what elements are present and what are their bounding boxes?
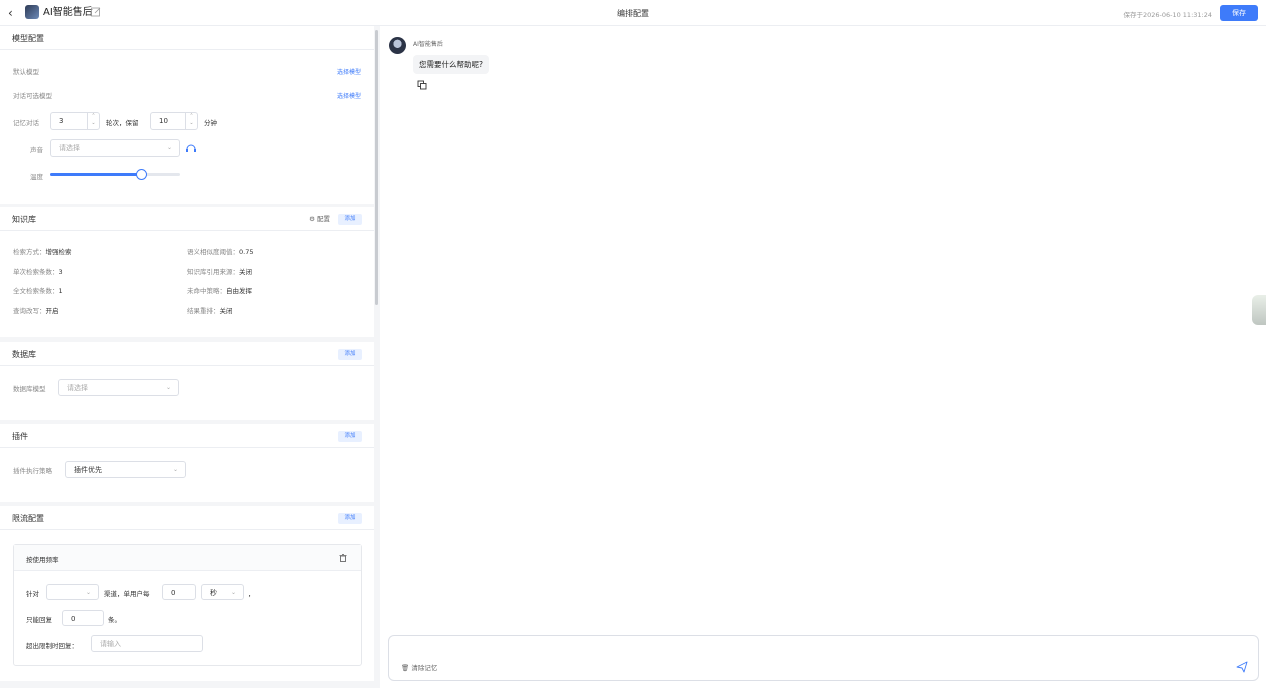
section-title: 限流配置 [12,514,44,523]
select-default-model-link[interactable]: 选择模型 [337,67,361,76]
slider-thumb[interactable] [135,169,147,180]
kv-miss-strategy: 未命中策略：自由发挥 [187,287,252,295]
kv-single-count: 单次检索条数：3 [13,268,63,276]
section-title: 数据库 [12,350,36,359]
rate-limit-rule-card: 按使用频率 针对 ⌄ 渠道，单用户每 0 秒 ⌄ ， 只能回复 0 条。 超出限… [13,544,362,666]
clear-memory-button[interactable]: 🗑 清除记忆 [401,663,437,673]
voice-select[interactable]: 请选择 ⌄ [50,139,180,157]
database-add-button[interactable]: 添加 [338,349,362,360]
kv-citation: 知识库引用来源：关闭 [187,268,252,276]
rate-limit-add-button[interactable]: 添加 [338,513,362,524]
chat-preview-panel: AI智能售后 您需要什么帮助呢? 🗑 清除记忆 [380,26,1266,688]
plugin-strategy-label: 插件执行策略 [13,467,52,475]
chevron-down-icon: ⌄ [166,144,172,151]
kv-rerank: 结果重排：关闭 [187,307,233,315]
channel-text: 渠道，单用户每 [104,590,150,598]
save-button[interactable]: 保存 [1220,5,1258,21]
keep-minutes-stepper[interactable]: 10 ⌃ ⌄ [150,112,198,130]
top-bar: ‹ AI智能售后 编排配置 保存于2026-06-10 11:31:24 保存 [0,0,1266,26]
only-reply-label: 只能回复 [26,616,52,624]
section-title: 模型配置 [12,34,44,43]
database-model-label: 数据库模型 [13,385,46,393]
chevron-down-icon: ⌄ [172,466,178,473]
count-unit-text: 条。 [108,616,121,624]
temperature-slider[interactable] [50,169,180,180]
memory-label: 记忆对话 [13,119,39,127]
section-title: 插件 [12,432,28,441]
floating-assistant-icon[interactable] [1252,295,1266,325]
chevron-down-icon: ⌄ [165,384,171,391]
delete-icon[interactable] [339,554,347,562]
bot-message-bubble: 您需要什么帮助呢? [413,55,489,74]
database-model-select[interactable]: 请选择 ⌄ [58,379,179,396]
stepper-arrows-icon[interactable]: ⌃ ⌄ [185,113,197,129]
chevron-down-icon: ⌄ [85,589,91,596]
rule-title: 按使用频率 [26,556,59,564]
per-value-input[interactable]: 0 [162,584,196,600]
comma-text: ， [248,590,255,598]
reply-count-input[interactable]: 0 [62,610,104,626]
channel-select[interactable]: ⌄ [46,584,99,600]
kv-query-rewrite: 查询改写：开启 [13,307,59,315]
rounds-keep-text: 轮次，保留 [106,119,139,127]
kv-similarity: 语义相似度阈值：0.75 [187,248,254,256]
slider-fill [50,173,141,176]
memory-rounds-stepper[interactable]: 3 ⌃ ⌄ [50,112,100,130]
default-model-label: 默认模型 [13,68,39,76]
send-icon[interactable] [1236,661,1248,673]
model-config-section: 模型配置 默认模型 选择模型 对话可选模型 选择模型 记忆对话 3 ⌃ ⌄ 轮次，… [0,26,374,204]
left-panel-scrollbar[interactable] [375,30,378,305]
config-panel: 模型配置 默认模型 选择模型 对话可选模型 选择模型 记忆对话 3 ⌃ ⌄ 轮次，… [0,26,374,688]
knowledge-config-button[interactable]: ⚙ 配置 [309,214,330,225]
plugin-strategy-select[interactable]: 插件优先 ⌄ [65,461,186,478]
for-label: 针对 [26,590,39,598]
plugin-add-button[interactable]: 添加 [338,431,362,442]
knowledge-add-button[interactable]: 添加 [338,214,362,225]
dialog-models-label: 对话可选模型 [13,92,52,100]
knowledge-section: 知识库 ⚙ 配置 添加 检索方式：增强检索 单次检索条数：3 全文检索条数：1 … [0,207,374,337]
saved-timestamp: 保存于2026-06-10 11:31:24 [1123,11,1212,19]
select-dialog-model-link[interactable]: 选择模型 [337,91,361,100]
copy-icon[interactable] [417,80,427,90]
exceed-reply-input[interactable]: 请输入 [91,635,203,652]
stepper-arrows-icon[interactable]: ⌃ ⌄ [87,113,99,129]
exceed-label: 超出限制时回复： [26,642,78,650]
voice-label: 声音 [30,146,43,154]
plugin-section: 插件 添加 插件执行策略 插件优先 ⌄ [0,424,374,502]
kv-search-mode: 检索方式：增强检索 [13,248,72,256]
bot-name: AI智能售后 [413,41,443,48]
minutes-text: 分钟 [204,119,217,127]
chevron-down-icon: ⌄ [230,589,236,596]
chat-input-box[interactable]: 🗑 清除记忆 [388,635,1259,681]
database-section: 数据库 添加 数据库模型 请选择 ⌄ [0,342,374,420]
temperature-label: 温度 [30,173,43,181]
section-title: 知识库 [12,215,36,224]
page-title: 编排配置 [617,9,649,18]
time-unit-select[interactable]: 秒 ⌄ [201,584,244,600]
kv-fulltext-count: 全文检索条数：1 [13,287,63,295]
bot-avatar [389,37,406,54]
headphones-icon[interactable] [185,143,197,153]
